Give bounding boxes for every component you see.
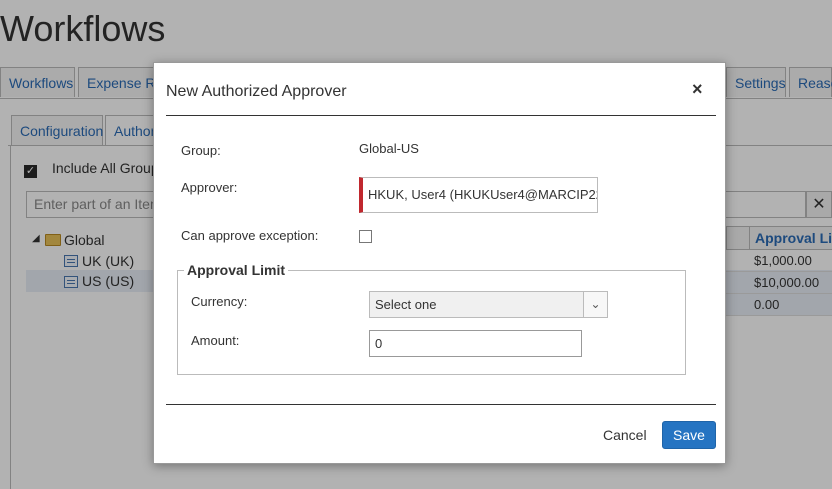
- approval-limit-fieldset: [177, 270, 686, 375]
- approver-field[interactable]: HKUK, User4 (HKUKUser4@MARCIP22: [359, 177, 598, 213]
- currency-select-value: Select one: [375, 297, 437, 312]
- group-value: Global-US: [359, 141, 419, 156]
- chevron-down-icon[interactable]: ⌄: [583, 292, 607, 317]
- close-icon[interactable]: ×: [692, 79, 703, 100]
- dialog-title: New Authorized Approver: [166, 83, 347, 100]
- currency-select[interactable]: Select one ⌄: [369, 291, 608, 318]
- can-approve-exception-label: Can approve exception:: [181, 228, 319, 243]
- approval-limit-legend: Approval Limit: [184, 262, 289, 278]
- amount-label: Amount:: [191, 333, 240, 348]
- currency-label: Currency:: [191, 294, 248, 309]
- can-approve-exception-checkbox[interactable]: [359, 230, 372, 243]
- dialog-footer-divider: [166, 404, 716, 405]
- approver-label: Approver:: [181, 180, 238, 195]
- save-button[interactable]: Save: [662, 421, 716, 449]
- dialog-header-divider: [166, 115, 716, 116]
- amount-field[interactable]: 0: [369, 330, 582, 357]
- cancel-button[interactable]: Cancel: [594, 421, 656, 449]
- group-label: Group:: [181, 143, 221, 158]
- new-authorized-approver-dialog: New Authorized Approver × Group: Global-…: [153, 62, 726, 464]
